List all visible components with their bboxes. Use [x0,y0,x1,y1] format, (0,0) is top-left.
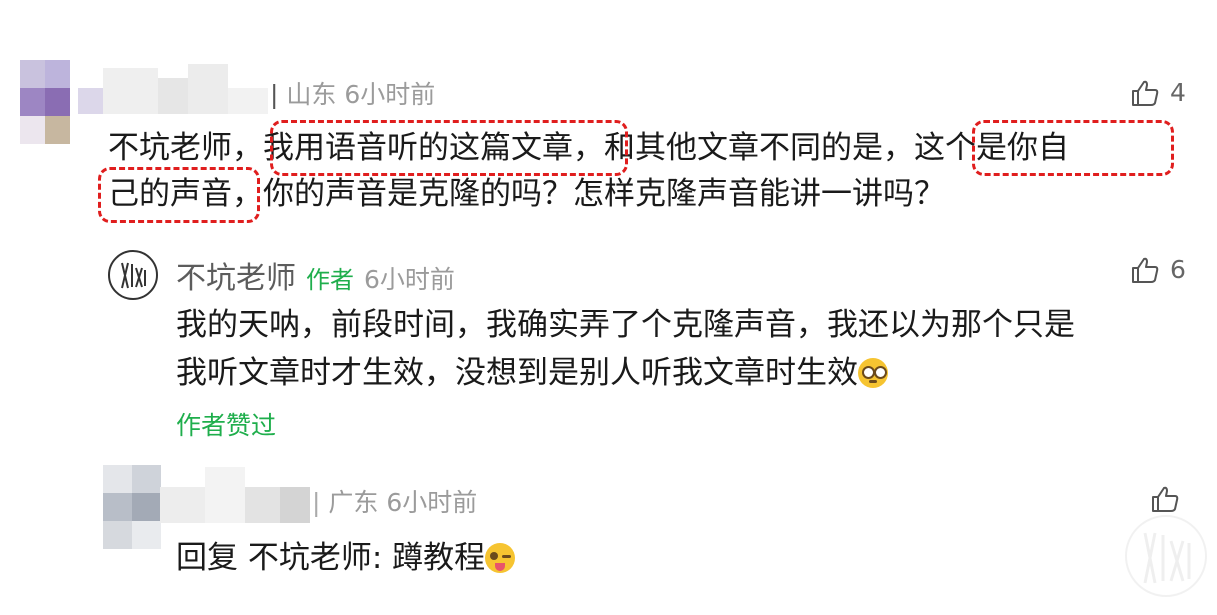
thumbs-up-icon [1150,485,1180,513]
reply-body-line2: 我听文章时才生效，没想到是别人听我文章时生效 [176,351,888,395]
author-name[interactable]: 不坑老师 [176,253,296,297]
commenter-avatar[interactable] [20,55,80,145]
body-hl3: 己的声音 [108,176,232,212]
body-pre: 不坑老师， [108,130,263,166]
author-liked-label: 作者赞过 [176,411,277,440]
author-logo-icon [121,262,146,289]
watermark-logo [1125,515,1207,597]
comment-body: 不坑老师，我用语音听的这篇文章，和其他文章不同的是，这个是你自 [108,126,1069,170]
commenter-meta: | 山东 6小时前 [270,80,435,110]
author-header: 不坑老师 作者 6小时前 [176,253,455,297]
like-button-reply2[interactable] [1150,485,1180,513]
reply-time: 6小时前 [364,265,455,294]
reply-body-line1: 我的天呐，前段时间，我确实弄了个克隆声音，我还以为那个只是 [176,307,1075,343]
author-badge: 作者 [306,266,354,294]
body-mid: ，和其他文章不同的是， [573,130,914,166]
name-tail: | [312,488,321,517]
like-button-comment1[interactable]: 4 [1130,78,1186,107]
thumbs-up-icon [1130,256,1160,284]
body-hl1: 我用语音听的这篇文章 [263,130,573,166]
like-count: 6 [1170,255,1186,284]
commenter-name-blurred[interactable] [78,60,268,115]
body-hl2: 这个是你自 [914,130,1069,166]
author-avatar[interactable] [108,250,158,300]
reply-body-line2-text: 我听文章时才生效，没想到是别人听我文章时生效 [176,355,858,391]
thumbs-up-icon [1130,79,1160,107]
winking-tongue-emoji-icon [485,543,516,573]
location-time: 山东 6小时前 [286,80,436,109]
reply2-body: 回复 不坑老师: 蹲教程 [176,536,516,580]
replier-meta: | 广东 6小时前 [312,488,477,518]
location-time: 广东 6小时前 [328,488,478,517]
like-count: 4 [1170,78,1186,107]
reply2-body-text: 回复 不坑老师: 蹲教程 [176,540,486,576]
replier-avatar[interactable] [103,465,161,551]
comment-body-line2: 己的声音，你的声音是克隆的吗？怎样克隆声音能讲一讲吗？ [108,172,945,216]
replier-name-blurred[interactable] [160,467,310,525]
flushed-face-emoji-icon [858,358,888,388]
name-tail: | [270,80,279,109]
like-button-reply1[interactable]: 6 [1130,255,1186,284]
body-post: ，你的声音是克隆的吗？怎样克隆声音能讲一讲吗？ [232,176,945,212]
